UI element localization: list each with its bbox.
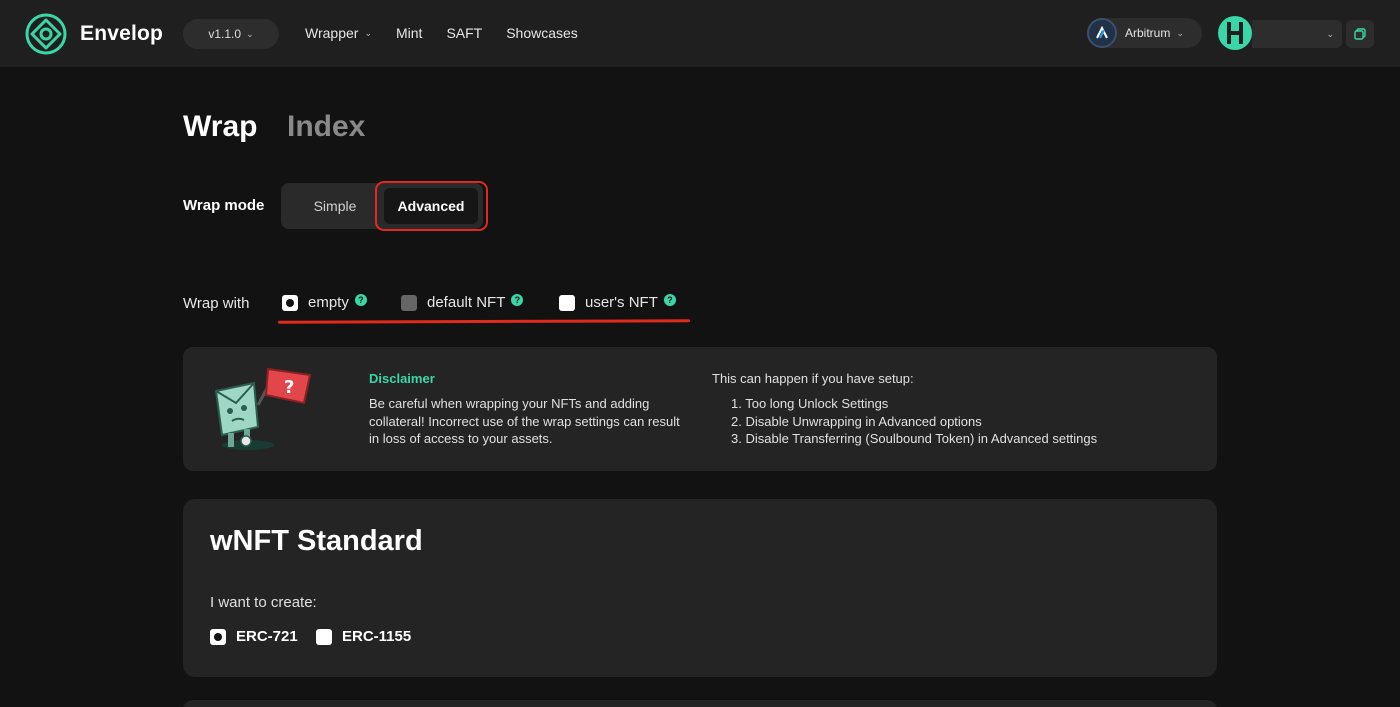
nav-item-mint[interactable]: Mint — [396, 25, 422, 41]
list-item: 2. Disable Unwrapping in Advanced option… — [731, 413, 982, 429]
checkbox-disabled[interactable] — [401, 294, 417, 311]
chevron-down-icon: ⌄ — [364, 27, 372, 38]
wrap-mode-label: Wrap mode — [183, 197, 265, 214]
help-icon[interactable]: ? — [354, 293, 367, 306]
disclaimer-list-title: This can happen if you have setup: — [712, 371, 914, 386]
create-label: I want to create: — [210, 594, 317, 611]
highlight-underline — [277, 319, 691, 324]
wnft-standard-title: wNFT Standard — [210, 525, 423, 557]
option-label: user's NFT — [585, 294, 658, 311]
wrap-with-label: Wrap with — [183, 295, 250, 312]
nav-label: SAFT — [446, 25, 483, 41]
arbitrum-icon — [1087, 18, 1117, 48]
nav-label: Mint — [395, 25, 423, 41]
checkbox-checked[interactable] — [210, 628, 226, 645]
help-icon[interactable]: ? — [511, 293, 524, 306]
checkbox-unchecked[interactable] — [316, 628, 332, 645]
main-nav: Wrapper ⌄ Mint SAFT Showcases — [305, 25, 578, 41]
copy-icon — [1354, 28, 1366, 40]
network-select[interactable]: Arbitrum ⌄ — [1087, 18, 1202, 48]
disclaimer-list: 1. Too long Unlock Settings 2. Disable U… — [731, 395, 1097, 448]
next-card — [183, 700, 1217, 707]
wallet-avatar-icon[interactable] — [1218, 16, 1252, 50]
list-item: 3. Disable Transferring (Soulbound Token… — [731, 431, 1098, 446]
wrap-mode-advanced-button[interactable]: Advanced — [384, 188, 478, 224]
wrap-with-users-nft-option[interactable]: user's NFT ? — [559, 293, 676, 311]
logo[interactable]: Envelop — [24, 12, 163, 56]
logo-text: Envelop — [80, 22, 164, 45]
option-label: ERC-721 — [236, 628, 298, 645]
envelop-logo-icon — [25, 13, 67, 55]
disclaimer-text: Be careful when wrapping your NFTs and a… — [369, 396, 680, 446]
disclaimer-title: Disclaimer — [369, 371, 435, 386]
chevron-down-icon: ⌄ — [1326, 28, 1334, 39]
list-item: 1. Too long Unlock Settings — [731, 396, 889, 411]
version-select[interactable]: v1.1.0 ⌄ — [183, 19, 279, 49]
wallet-select[interactable]: ⌄ — [1252, 20, 1342, 48]
erc-721-option[interactable]: ERC-721 — [210, 628, 298, 645]
nav-item-showcases[interactable]: Showcases — [506, 25, 578, 41]
option-label: ERC-1155 — [342, 628, 412, 645]
nav-item-saft[interactable]: SAFT — [446, 25, 482, 41]
option-label: default NFT — [427, 294, 506, 311]
help-icon[interactable]: ? — [663, 293, 676, 306]
tab-index[interactable]: Index — [287, 110, 365, 144]
version-label: v1.1.0 — [208, 27, 242, 41]
nav-label: Showcases — [506, 25, 578, 41]
copy-address-button[interactable] — [1346, 20, 1374, 48]
wrap-with-empty-option[interactable]: empty ? — [282, 293, 367, 311]
svg-text:?: ? — [284, 377, 294, 398]
checkbox-unchecked[interactable] — [559, 294, 575, 311]
erc-1155-option[interactable]: ERC-1155 — [316, 628, 411, 645]
checkbox-checked[interactable] — [282, 294, 298, 311]
chevron-down-icon: ⌄ — [246, 28, 254, 39]
top-bar: Envelop v1.1.0 ⌄ Wrapper ⌄ Mint SAFT Sho… — [0, 0, 1400, 67]
chevron-down-icon: ⌄ — [1176, 27, 1184, 38]
nav-item-wrapper[interactable]: Wrapper ⌄ — [305, 25, 372, 41]
wrap-mode-simple-button[interactable]: Simple — [292, 188, 378, 224]
wrap-with-default-nft-option[interactable]: default NFT ? — [401, 293, 524, 311]
tab-wrap[interactable]: Wrap — [183, 110, 257, 144]
nav-label: Wrapper — [305, 25, 359, 41]
network-label: Arbitrum — [1125, 26, 1171, 40]
option-label: empty — [308, 294, 349, 311]
confused-robot-illustration-icon: ? — [214, 367, 312, 450]
